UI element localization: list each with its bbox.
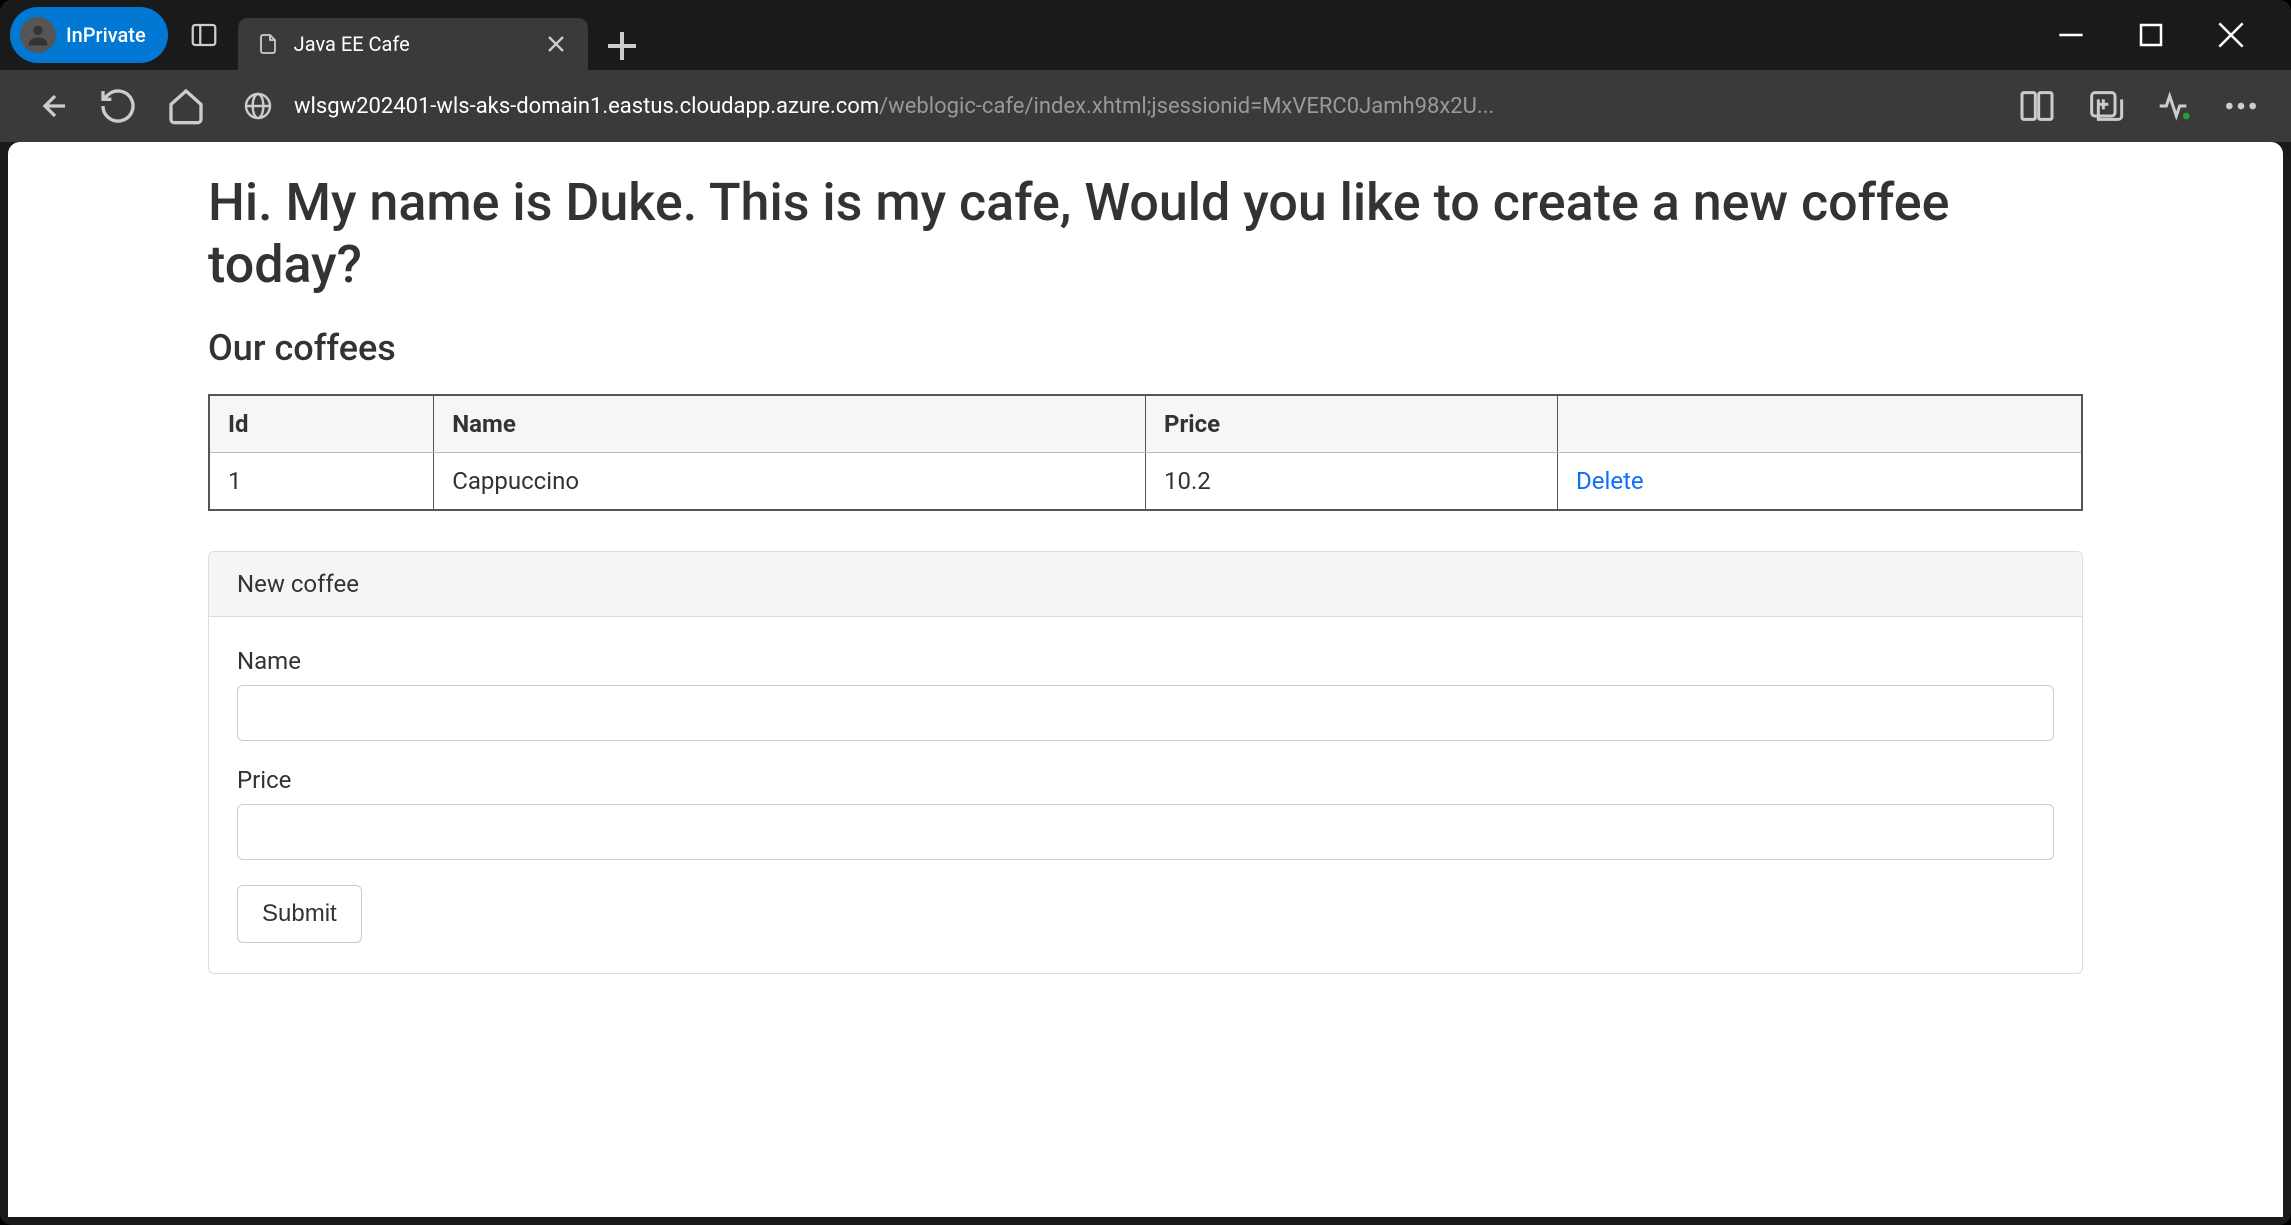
inprivate-label: InPrivate bbox=[66, 23, 146, 47]
new-coffee-panel: New coffee Name Price Submit bbox=[208, 551, 2083, 974]
header-name: Name bbox=[434, 395, 1146, 453]
table-header-row: Id Name Price bbox=[209, 395, 2082, 453]
home-button[interactable] bbox=[166, 86, 206, 126]
site-info-icon[interactable] bbox=[242, 90, 274, 122]
name-input[interactable] bbox=[237, 685, 2054, 741]
header-price: Price bbox=[1145, 395, 1557, 453]
tab-title: Java EE Cafe bbox=[294, 32, 528, 56]
toolbar: wlsgw202401-wls-aks-domain1.eastus.cloud… bbox=[0, 70, 2291, 142]
cell-name: Cappuccino bbox=[434, 452, 1146, 510]
menu-button[interactable] bbox=[2221, 86, 2261, 126]
split-screen-icon[interactable] bbox=[2017, 86, 2057, 126]
price-input[interactable] bbox=[237, 804, 2054, 860]
window-controls bbox=[2051, 15, 2281, 55]
toolbar-right bbox=[2017, 86, 2261, 126]
close-window-button[interactable] bbox=[2211, 15, 2251, 55]
tab-active[interactable]: Java EE Cafe bbox=[238, 18, 588, 70]
maximize-button[interactable] bbox=[2131, 15, 2171, 55]
tab-actions-icon[interactable] bbox=[186, 17, 222, 53]
coffee-table: Id Name Price 1 Cappuccino 10.2 Delete bbox=[208, 394, 2083, 511]
url-text: wlsgw202401-wls-aks-domain1.eastus.cloud… bbox=[294, 94, 1981, 119]
delete-link[interactable]: Delete bbox=[1576, 467, 1644, 495]
cell-id: 1 bbox=[209, 452, 434, 510]
form-group-name: Name bbox=[237, 647, 2054, 741]
avatar-icon bbox=[20, 17, 56, 53]
title-bar: InPrivate Java EE Cafe bbox=[0, 0, 2291, 70]
price-label: Price bbox=[237, 766, 2054, 794]
inprivate-badge[interactable]: InPrivate bbox=[10, 7, 168, 63]
address-bar[interactable]: wlsgw202401-wls-aks-domain1.eastus.cloud… bbox=[234, 82, 1989, 130]
new-tab-button[interactable] bbox=[598, 22, 646, 70]
minimize-button[interactable] bbox=[2051, 15, 2091, 55]
content-area: Hi. My name is Duke. This is my cafe, Wo… bbox=[8, 142, 2283, 1217]
form-group-price: Price bbox=[237, 766, 2054, 860]
page-subheading: Our coffees bbox=[208, 327, 2083, 369]
page-icon bbox=[256, 32, 280, 56]
url-path: /weblogic-cafe/index.xhtml;jsessionid=Mx… bbox=[879, 94, 1494, 119]
browser-window: InPrivate Java EE Cafe bbox=[0, 0, 2291, 1225]
refresh-button[interactable] bbox=[98, 86, 138, 126]
performance-icon[interactable] bbox=[2153, 86, 2193, 126]
page-heading: Hi. My name is Duke. This is my cafe, Wo… bbox=[208, 172, 2083, 297]
header-id: Id bbox=[209, 395, 434, 453]
url-host: wlsgw202401-wls-aks-domain1.eastus.cloud… bbox=[294, 94, 879, 119]
panel-title: New coffee bbox=[209, 552, 2082, 617]
header-actions bbox=[1558, 395, 2082, 453]
submit-button[interactable]: Submit bbox=[237, 885, 362, 943]
back-button[interactable] bbox=[30, 86, 70, 126]
name-label: Name bbox=[237, 647, 2054, 675]
table-row: 1 Cappuccino 10.2 Delete bbox=[209, 452, 2082, 510]
collections-icon[interactable] bbox=[2085, 86, 2125, 126]
cell-price: 10.2 bbox=[1145, 452, 1557, 510]
cell-actions: Delete bbox=[1558, 452, 2082, 510]
tabs: Java EE Cafe bbox=[238, 0, 646, 70]
panel-body: Name Price Submit bbox=[209, 617, 2082, 973]
close-tab-button[interactable] bbox=[542, 30, 570, 58]
